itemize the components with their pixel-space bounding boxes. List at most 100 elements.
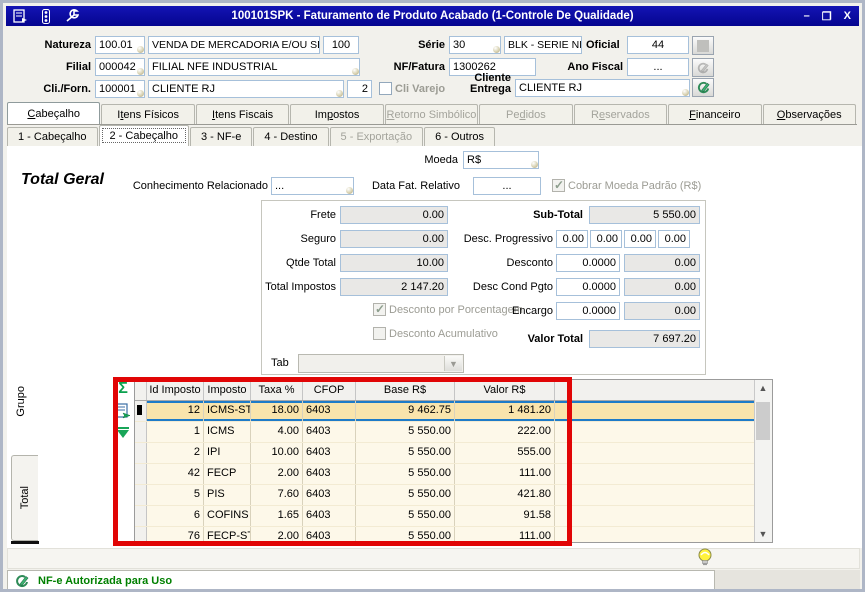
cli-varejo-checkbox[interactable] — [379, 82, 392, 95]
impostos-table: Id Imposto Imposto Taxa % CFOP Base R$ V… — [134, 379, 773, 543]
tab-itens-fisicos[interactable]: Itens Físicos — [101, 104, 194, 124]
ano-fiscal-button[interactable] — [692, 58, 714, 77]
table-row[interactable]: 2 IPI 10.00 6403 5 550.00 555.00 — [135, 443, 772, 464]
lightbulb-icon[interactable] — [696, 547, 714, 570]
cell-base: 5 550.00 — [356, 422, 455, 442]
col-taxa[interactable]: Taxa % — [251, 380, 303, 400]
side-tab-total[interactable]: Total — [11, 455, 38, 541]
subtab-1-cabecalho[interactable]: 1 - Cabeçalho — [7, 127, 98, 146]
table-row[interactable]: 42 FECP 2.00 6403 5 550.00 111.00 — [135, 464, 772, 485]
cell-cfop: 6403 — [303, 464, 356, 484]
desc-cond-pct-field[interactable]: 0.0000 — [556, 278, 620, 296]
seguro-field[interactable]: 0.00 — [340, 230, 448, 248]
cell-valor: 222.00 — [455, 422, 555, 442]
tab-dropdown-label: Tab — [271, 357, 289, 371]
table-row[interactable]: 12 ICMS-ST 18.00 6403 9 462.75 1 481.20 — [135, 401, 772, 422]
form-navigator-icon[interactable] — [12, 9, 28, 23]
oficial-field[interactable]: 44 — [627, 36, 689, 54]
row-indicator — [135, 443, 147, 463]
sum-sigma-icon[interactable]: Σ — [114, 380, 132, 398]
go-to-last-icon[interactable] — [114, 424, 132, 442]
natureza-extra-field[interactable]: 100 — [323, 36, 359, 54]
app-window: 100101SPK - Faturamento de Produto Acaba… — [0, 0, 865, 592]
subtab-4-destino[interactable]: 4 - Destino — [253, 127, 328, 146]
table-vertical-scrollbar[interactable]: ▲ ▼ — [754, 380, 772, 542]
col-base[interactable]: Base R$ — [356, 380, 455, 400]
filial-desc-field[interactable]: FILIAL NFE INDUSTRIAL — [148, 58, 360, 76]
cell-taxa: 1.65 — [251, 506, 303, 526]
total-impostos-field[interactable]: 2 147.20 — [340, 278, 448, 296]
subtab-2-cabecalho[interactable]: 2 - Cabeçalho — [99, 125, 190, 146]
desc-prog-field-1[interactable]: 0.00 — [556, 230, 588, 248]
encargo-pct-field[interactable]: 0.0000 — [556, 302, 620, 320]
tab-observacoes[interactable]: Observações — [763, 104, 856, 124]
subtab-3-nfe[interactable]: 3 - NF-e — [190, 127, 252, 146]
table-row[interactable]: 1 ICMS 4.00 6403 5 550.00 222.00 — [135, 422, 772, 443]
minimize-button[interactable]: – — [804, 10, 810, 23]
subtotal-label: Sub-Total — [503, 209, 583, 223]
tab-impostos[interactable]: Impostos — [290, 104, 383, 124]
ano-fiscal-field[interactable]: ... — [627, 58, 689, 76]
valor-total-field[interactable]: 7 697.20 — [589, 330, 700, 348]
oficial-button[interactable] — [692, 36, 714, 55]
scroll-up-icon[interactable]: ▲ — [755, 380, 771, 396]
desc-prog-field-3[interactable]: 0.00 — [624, 230, 656, 248]
side-tab-grupo[interactable]: Grupo — [15, 386, 27, 417]
cell-id: 2 — [147, 443, 204, 463]
grid-toolbar: Σ — [112, 380, 134, 442]
frete-field[interactable]: 0.00 — [340, 206, 448, 224]
oficial-label-text: Oficial — [586, 39, 626, 53]
export-form-icon[interactable] — [114, 402, 132, 420]
moeda-field[interactable]: R$ — [463, 151, 539, 169]
desconto-val-field[interactable]: 0.00 — [624, 254, 700, 272]
col-valor[interactable]: Valor R$ — [455, 380, 555, 400]
desc-cond-val-field[interactable]: 0.00 — [624, 278, 700, 296]
ano-fiscal-label: Ano Fiscal — [563, 61, 623, 75]
cobrar-moeda-label: Cobrar Moeda Padrão (R$) — [568, 180, 701, 194]
cell-filler — [555, 527, 772, 543]
tab-cabecalho[interactable]: Cabeçalho — [7, 102, 100, 124]
qtde-total-field[interactable]: 10.00 — [340, 254, 448, 272]
close-button[interactable]: X — [844, 10, 851, 23]
cli-forn-desc-field[interactable]: CLIENTE RJ — [148, 80, 344, 98]
conhecimento-field[interactable]: ... — [271, 177, 354, 195]
traffic-light-icon[interactable] — [38, 9, 54, 23]
subtab-6-outros[interactable]: 6 - Outros — [424, 127, 495, 146]
filial-code-field[interactable]: 000042 — [95, 58, 145, 76]
cli-forn-code-field[interactable]: 100001 — [95, 80, 145, 98]
cell-id: 12 — [147, 401, 204, 421]
side-tab-divider — [11, 541, 39, 544]
table-row[interactable]: 5 PIS 7.60 6403 5 550.00 421.80 — [135, 485, 772, 506]
scrollbar-thumb[interactable] — [756, 402, 770, 440]
scroll-down-icon[interactable]: ▼ — [755, 526, 771, 542]
col-cfop[interactable]: CFOP — [303, 380, 356, 400]
tab-itens-fiscais[interactable]: Itens Fiscais — [196, 104, 289, 124]
cliente-entrega-field[interactable]: CLIENTE RJ — [515, 79, 690, 97]
maximize-button[interactable]: ❐ — [822, 10, 832, 23]
cell-taxa: 18.00 — [251, 401, 303, 421]
cli-forn-extra-field[interactable]: 2 — [347, 80, 372, 98]
data-fat-field[interactable]: ... — [473, 177, 541, 195]
cli-forn-label: Cli./Forn. — [11, 83, 91, 97]
wrench-icon[interactable] — [64, 9, 80, 23]
desc-prog-field-4[interactable]: 0.00 — [658, 230, 690, 248]
cell-cfop: 6403 — [303, 443, 356, 463]
col-imposto[interactable]: Imposto — [204, 380, 251, 400]
serie-desc-field[interactable]: BLK - SERIE NFE — [504, 36, 582, 54]
natureza-code-field[interactable]: 100.01 — [95, 36, 145, 54]
table-row[interactable]: 76 FECP-ST 2.00 6403 5 550.00 111.00 — [135, 527, 772, 543]
table-row[interactable]: 6 COFINS 1.65 6403 5 550.00 91.58 — [135, 506, 772, 527]
col-id-imposto[interactable]: Id Imposto — [147, 380, 204, 400]
desc-prog-field-2[interactable]: 0.00 — [590, 230, 622, 248]
cli-varejo-label: Cli Varejo — [395, 83, 445, 97]
subtotal-field[interactable]: 5 550.00 — [589, 206, 700, 224]
cell-valor: 555.00 — [455, 443, 555, 463]
natureza-desc-field[interactable]: VENDA DE MERCADORIA E/OU SERVI — [148, 36, 320, 54]
cliente-entrega-nfe-button[interactable] — [692, 78, 714, 97]
serie-code-field[interactable]: 30 — [449, 36, 501, 54]
desconto-pct-field[interactable]: 0.0000 — [556, 254, 620, 272]
encargo-val-field[interactable]: 0.00 — [624, 302, 700, 320]
cell-base: 5 550.00 — [356, 443, 455, 463]
tab-financeiro[interactable]: Financeiro — [668, 104, 761, 124]
main-tab-strip: Cabeçalho Itens Físicos Itens Fiscais Im… — [7, 102, 857, 125]
